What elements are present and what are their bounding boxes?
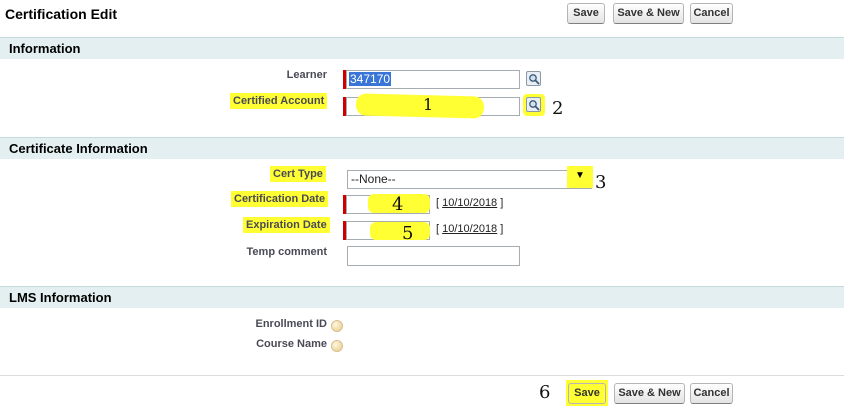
section-title: LMS Information xyxy=(9,290,112,305)
cancel-button-top[interactable]: Cancel xyxy=(690,3,733,24)
cancel-button-bottom[interactable]: Cancel xyxy=(690,383,733,404)
enrollment-id-label: Enrollment ID xyxy=(255,318,327,330)
expiration-date-today-link[interactable]: [ 10/10/2018 ] xyxy=(436,223,503,235)
learner-value: 347170 xyxy=(349,72,392,86)
section-title: Information xyxy=(9,41,81,56)
learner-input[interactable]: 347170 xyxy=(346,70,520,89)
cert-type-select[interactable]: --None-- xyxy=(347,170,592,189)
page-title: Certification Edit xyxy=(5,6,118,22)
course-name-label: Course Name xyxy=(256,338,327,350)
section-information: Information xyxy=(0,37,844,59)
section-certificate-information: Certificate Information xyxy=(0,137,844,159)
temp-comment-input[interactable] xyxy=(347,246,520,266)
annotation-3: 3 xyxy=(595,172,607,193)
section-title: Certificate Information xyxy=(9,141,148,156)
temp-comment-label: Temp comment xyxy=(246,246,327,258)
certified-account-lookup-icon[interactable] xyxy=(526,97,541,112)
annotation-2: 2 xyxy=(552,98,564,119)
annotation-5: 5 xyxy=(402,223,414,244)
cert-type-selected: --None-- xyxy=(351,172,396,186)
learner-lookup-icon[interactable] xyxy=(526,71,541,86)
annotation-6: 6 xyxy=(539,382,551,403)
save-new-button-top[interactable]: Save & New xyxy=(613,3,684,24)
save-button-top[interactable]: Save xyxy=(567,3,605,24)
certified-account-label: Certified Account xyxy=(230,93,328,109)
annotation-4: 4 xyxy=(392,194,404,215)
save-button-bottom[interactable]: Save xyxy=(568,383,606,404)
dropdown-arrow-icon[interactable]: ▼ xyxy=(575,170,585,181)
annotation-1: 1 xyxy=(423,95,434,114)
cert-type-label: Cert Type xyxy=(270,166,326,182)
save-new-button-bottom[interactable]: Save & New xyxy=(614,383,685,404)
footer-divider xyxy=(0,375,844,376)
expiration-date-label: Expiration Date xyxy=(243,217,330,233)
info-icon[interactable] xyxy=(331,320,343,332)
highlight-mark xyxy=(355,93,485,119)
certification-date-today-link[interactable]: [ 10/10/2018 ] xyxy=(436,197,503,209)
highlight-mark xyxy=(370,222,430,240)
learner-label: Learner xyxy=(286,69,327,81)
certification-date-label: Certification Date xyxy=(231,191,329,207)
info-icon[interactable] xyxy=(331,340,343,352)
section-lms-information: LMS Information xyxy=(0,286,844,308)
